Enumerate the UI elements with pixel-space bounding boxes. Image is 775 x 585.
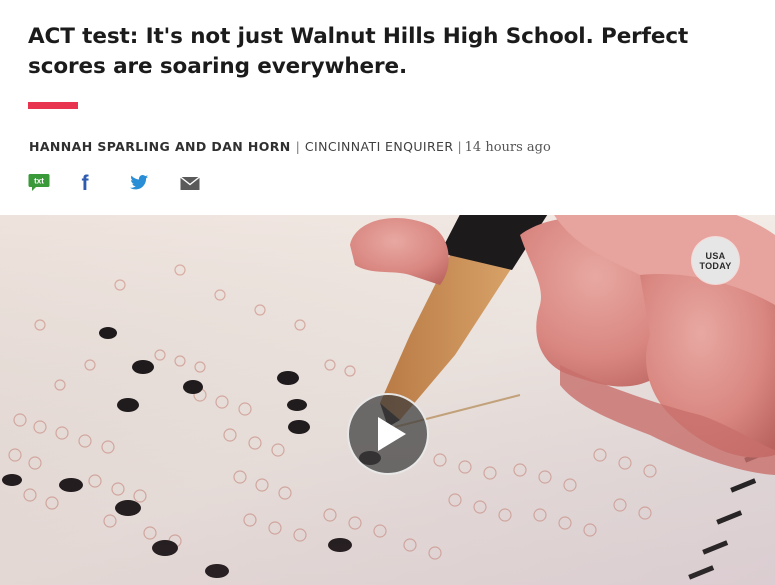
byline-separator-2: | xyxy=(457,139,462,154)
share-txt-button[interactable]: txt xyxy=(28,170,56,196)
facebook-icon: f xyxy=(82,172,90,194)
byline-separator: | xyxy=(295,139,300,154)
badge-line-2: TODAY xyxy=(699,260,732,271)
play-button[interactable] xyxy=(347,393,429,475)
share-email-button[interactable] xyxy=(180,170,208,196)
byline-outlet: CINCINNATI ENQUIRER xyxy=(304,139,454,154)
play-icon xyxy=(378,417,406,451)
byline-authors[interactable]: HANNAH SPARLING AND DAN HORN xyxy=(29,139,291,154)
article-header: ACT test: It's not just Walnut Hills Hig… xyxy=(0,0,775,215)
byline-timestamp: 14 hours ago xyxy=(464,140,551,155)
usa-today-badge: USA TODAY xyxy=(692,237,739,284)
headline-accent-rule xyxy=(28,102,78,109)
email-icon xyxy=(180,176,200,190)
share-facebook-button[interactable]: f xyxy=(79,170,107,196)
twitter-icon xyxy=(129,174,149,190)
share-twitter-button[interactable] xyxy=(128,170,156,196)
byline: HANNAH SPARLING AND DAN HORN | CINCINNATI … xyxy=(29,138,551,157)
txt-icon-label: txt xyxy=(34,177,44,186)
facebook-icon-glyph: f xyxy=(82,172,90,194)
video-player[interactable]: USA TODAY xyxy=(0,215,775,585)
badge-line-1: USA xyxy=(705,250,726,261)
txt-message-icon: txt xyxy=(28,174,50,191)
headline: ACT test: It's not just Walnut Hills Hig… xyxy=(28,24,689,79)
